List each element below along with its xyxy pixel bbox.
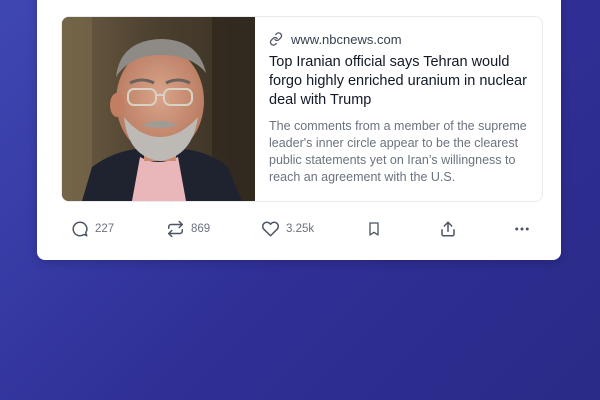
- reply-icon: [71, 220, 89, 238]
- heart-icon: [261, 220, 280, 238]
- link-preview-card[interactable]: www.nbcnews.com Top Iranian official say…: [61, 16, 543, 202]
- article-summary: The comments from a member of the suprem…: [269, 119, 527, 184]
- article-thumbnail[interactable]: [62, 17, 255, 201]
- share-icon: [439, 220, 457, 238]
- repost-button[interactable]: 869: [166, 216, 210, 242]
- source-row[interactable]: www.nbcnews.com: [269, 29, 531, 49]
- source-domain[interactable]: www.nbcnews.com: [291, 32, 402, 47]
- post-card: www.nbcnews.com Top Iranian official say…: [37, 0, 561, 260]
- like-count: 3.25k: [286, 223, 315, 235]
- portrait-image: [62, 17, 255, 201]
- bookmark-button[interactable]: [366, 216, 382, 242]
- share-button[interactable]: [439, 216, 457, 242]
- repost-icon: [166, 220, 185, 238]
- reply-count: 227: [95, 223, 115, 235]
- repost-count: 869: [191, 223, 211, 235]
- like-button[interactable]: 3.25k: [261, 216, 314, 242]
- preview-text: www.nbcnews.com Top Iranian official say…: [269, 29, 531, 186]
- post-actions-bar: 227 869 3.25k: [61, 216, 541, 242]
- more-options-button[interactable]: [513, 216, 531, 242]
- more-icon: [513, 220, 531, 238]
- reply-button[interactable]: 227: [71, 216, 114, 242]
- link-icon: [269, 32, 283, 46]
- article-headline[interactable]: Top Iranian official says Tehran would f…: [269, 53, 531, 110]
- bookmark-icon: [366, 220, 382, 238]
